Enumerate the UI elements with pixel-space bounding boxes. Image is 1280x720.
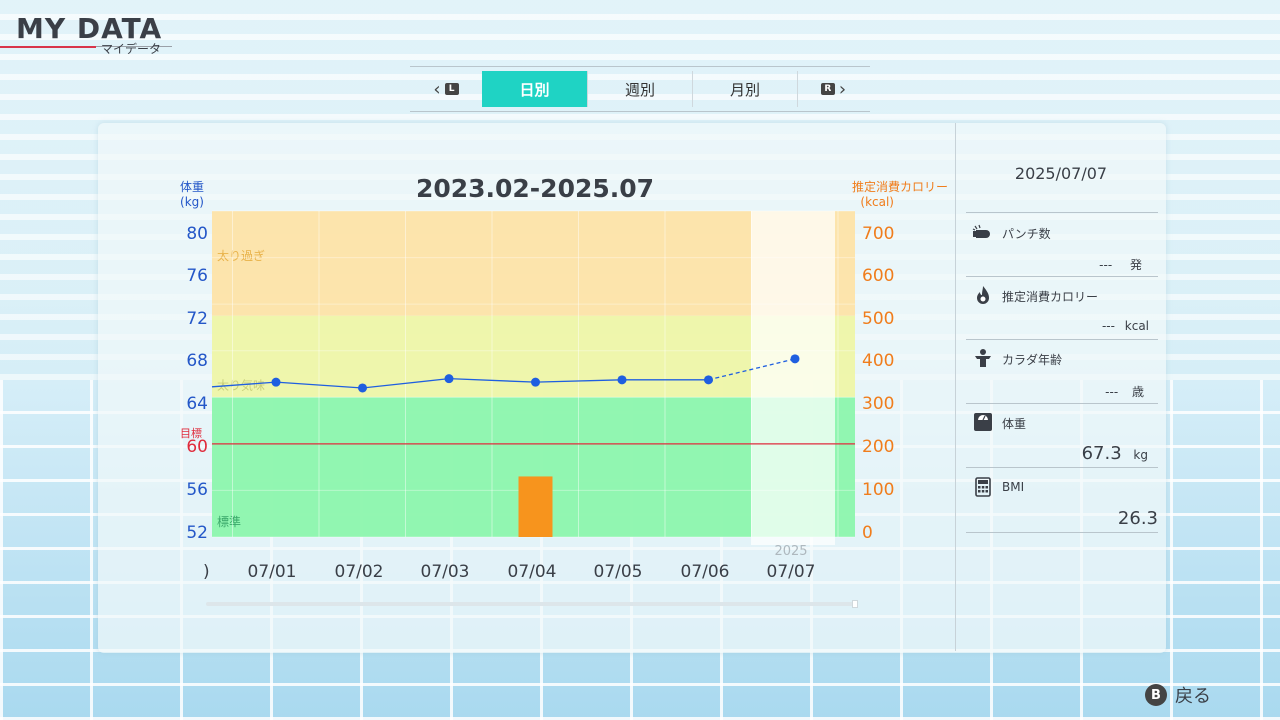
weight-point bbox=[790, 354, 800, 364]
side-separator bbox=[966, 339, 1158, 340]
weight-point bbox=[617, 375, 627, 385]
stat-value-punches: --- 発 bbox=[962, 256, 1142, 273]
weight-point bbox=[444, 374, 454, 384]
stat-label: 推定消費カロリー bbox=[1002, 290, 1099, 304]
stat-number: 67.3 bbox=[1081, 443, 1122, 464]
x-tick: 07/05 bbox=[593, 562, 643, 582]
zone-label: 太り過ぎ bbox=[217, 248, 265, 263]
x-tick-year: 2025 bbox=[774, 544, 808, 559]
back-button[interactable]: B 戻る bbox=[1145, 682, 1211, 708]
x-tick-truncated: ) bbox=[203, 562, 210, 582]
stat-label: BMI bbox=[1002, 480, 1025, 494]
x-tick: 07/07 bbox=[766, 562, 816, 582]
zone-label: 標準 bbox=[217, 514, 241, 529]
calorie-bar bbox=[518, 476, 553, 537]
back-label: 戻る bbox=[1175, 686, 1211, 707]
scale-icon bbox=[974, 413, 992, 431]
side-separator bbox=[966, 467, 1158, 468]
stat-value-calories: --- kcal bbox=[969, 319, 1149, 333]
stat-number: --- bbox=[1105, 385, 1119, 399]
weight-point bbox=[531, 377, 540, 387]
stat-unit: 発 bbox=[1129, 258, 1142, 272]
x-tick: 07/04 bbox=[507, 562, 557, 582]
stat-number: --- bbox=[1099, 258, 1113, 272]
chart-scrollbar[interactable] bbox=[206, 602, 856, 606]
stat-value-weight: 67.3 kg bbox=[968, 443, 1148, 464]
selected-date: 2025/07/07 bbox=[1014, 164, 1108, 183]
x-tick: 07/01 bbox=[247, 562, 297, 582]
stat-label: 体重 bbox=[1002, 417, 1027, 431]
stat-label: パンチ数 bbox=[1002, 227, 1051, 241]
stat-value-bmi: 26.3 bbox=[1117, 508, 1158, 529]
weight-point bbox=[704, 375, 713, 385]
side-separator bbox=[966, 403, 1158, 404]
x-tick: 07/02 bbox=[334, 562, 384, 582]
stat-unit: 歳 bbox=[1131, 385, 1144, 399]
b-button-icon: B bbox=[1145, 684, 1167, 706]
side-separator bbox=[966, 532, 1158, 533]
body-age-icon bbox=[975, 349, 991, 367]
x-tick: 07/06 bbox=[680, 562, 730, 582]
x-tick: 07/03 bbox=[420, 562, 470, 582]
stat-number: --- bbox=[1101, 319, 1115, 333]
punch-icon bbox=[972, 224, 990, 238]
weight-chart[interactable]: 太り過ぎ太り気味標準 bbox=[0, 0, 1280, 720]
flame-icon bbox=[977, 286, 989, 304]
side-separator bbox=[966, 212, 1158, 213]
stat-label: カラダ年齢 bbox=[1002, 353, 1063, 367]
weight-point bbox=[271, 377, 281, 387]
side-separator bbox=[966, 276, 1158, 277]
stat-unit: kcal bbox=[1124, 319, 1149, 333]
stat-unit: kg bbox=[1133, 448, 1148, 462]
weight-point bbox=[358, 383, 367, 393]
selected-day-highlight bbox=[751, 211, 835, 545]
stat-value-body-age: --- 歳 bbox=[964, 383, 1144, 400]
calculator-icon bbox=[975, 477, 991, 497]
chart-scroll-thumb[interactable] bbox=[852, 600, 858, 608]
